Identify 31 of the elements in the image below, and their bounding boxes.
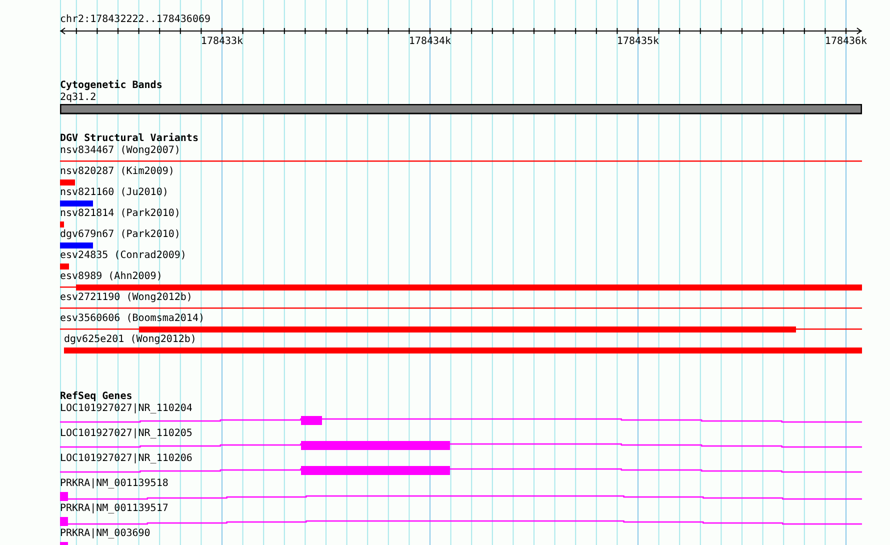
variant-label: esv24835 (Conrad2009) [60, 250, 186, 262]
location-label: chr2:178432222..178436069 [60, 14, 211, 26]
variant-label: nsv821814 (Park2010) [60, 208, 180, 220]
gene-label: LOC101927027|NR_110205 [60, 428, 192, 440]
variant-label: esv8989 (Ahn2009) [60, 271, 162, 283]
variant-label: esv3560606 (Boomsma2014) [60, 313, 204, 325]
ruler-tick-label: 178436k [824, 36, 868, 48]
gene-label: PRKRA|NM_001139518 [60, 478, 168, 490]
gene-label: PRKRA|NM_001139517 [60, 503, 168, 515]
gene-label: PRKRA|NM_003690 [60, 528, 150, 540]
gene-label: LOC101927027|NR_110204 [60, 403, 192, 415]
gene-model-drawing[interactable] [60, 492, 862, 501]
gene-model-drawing[interactable] [60, 441, 862, 450]
variant-label: nsv821160 (Ju2010) [60, 187, 168, 199]
variant-label: nsv834467 (Wong2007) [60, 145, 180, 157]
band-label: 2q31.2 [60, 92, 96, 104]
ruler-tick-label: 178434k [408, 36, 452, 48]
gene-model-drawing[interactable] [60, 517, 862, 526]
track-title: DGV Structural Variants [60, 133, 198, 145]
ruler-tick-label: 178433k [200, 36, 244, 48]
variant-label: dgv625e201 (Wong2012b) [64, 334, 196, 346]
track-title: RefSeq Genes [60, 391, 132, 403]
gene-model-drawing[interactable] [60, 466, 862, 475]
variant-label: dgv679n67 (Park2010) [60, 229, 180, 241]
variant-label: nsv820287 (Kim2009) [60, 166, 174, 178]
track-title: Cytogenetic Bands [60, 80, 162, 92]
variant-bar[interactable] [60, 326, 862, 332]
ruler-tick-label: 178435k [616, 36, 660, 48]
gene-label: LOC101927027|NR_110206 [60, 453, 192, 465]
variant-label: esv2721190 (Wong2012b) [60, 292, 192, 304]
gene-model-drawing[interactable] [60, 416, 862, 425]
